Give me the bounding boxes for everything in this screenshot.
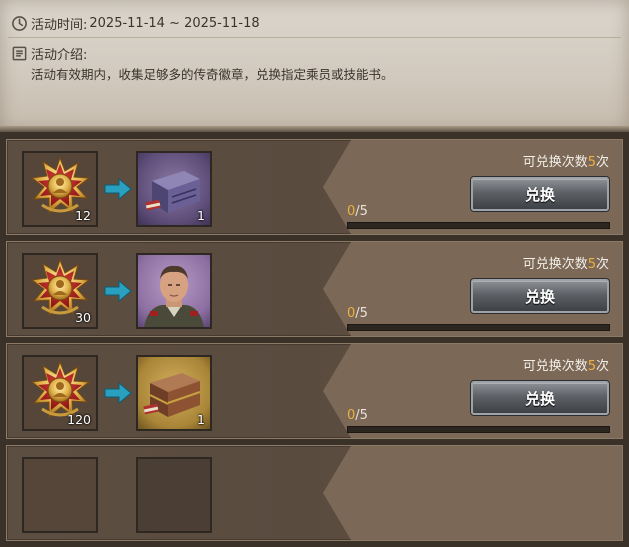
reward-slot[interactable]: 1: [136, 355, 212, 431]
times-label: 可兑换次数: [522, 155, 588, 170]
event-time-value: 2025-11-14 ~ 2025-11-18: [89, 15, 260, 31]
reward-slot[interactable]: [136, 253, 212, 329]
reward-slot[interactable]: 1: [136, 151, 212, 227]
times-suffix: 次: [595, 359, 609, 374]
arrow-right-icon: [104, 381, 132, 405]
event-info-panel: 活动时间: 2025-11-14 ~ 2025-11-18 活动介绍: 活动有效…: [0, 0, 629, 132]
progress-total: /5: [355, 408, 368, 423]
cost-count: 12: [75, 208, 91, 223]
cost-slot[interactable]: [22, 457, 98, 533]
row-right-panel: [323, 446, 622, 540]
reward-count: 1: [197, 412, 205, 427]
event-time-label: 活动时间:: [31, 17, 88, 33]
reward-slot[interactable]: [136, 457, 212, 533]
times-suffix: 次: [595, 155, 609, 170]
arrow-right-icon: [104, 177, 132, 201]
progress-bar: [347, 222, 610, 229]
times-value: 5: [587, 359, 596, 374]
progress-bar: [347, 324, 610, 331]
progress-text: 0/5: [347, 306, 368, 321]
clock-icon: [12, 15, 27, 31]
times-value: 5: [587, 257, 596, 272]
progress-text: 0/5: [347, 204, 368, 219]
progress-total: /5: [355, 306, 368, 321]
exchange-button[interactable]: 兑换: [471, 381, 609, 415]
exchange-list: 12 1 0/5 可兑换次数5次 兑换 30 0/5 可兑换次数5次 兑换 12…: [6, 139, 623, 547]
arrow-right-icon: [104, 279, 132, 303]
event-time-row: 活动时间: 2025-11-14 ~ 2025-11-18: [11, 13, 260, 33]
exchange-times: 可兑换次数5次: [523, 253, 609, 272]
progress-text: 0/5: [347, 408, 368, 423]
times-value: 5: [587, 155, 596, 170]
exchange-times: 可兑换次数5次: [523, 355, 609, 374]
officer-portrait-icon: [144, 265, 204, 327]
cost-slot[interactable]: 120: [22, 355, 98, 431]
times-label: 可兑换次数: [522, 359, 588, 374]
header-divider: [8, 37, 621, 38]
exchange-row: 30 0/5 可兑换次数5次 兑换: [6, 241, 623, 337]
cost-slot[interactable]: 12: [22, 151, 98, 227]
progress-bar: [347, 426, 610, 433]
event-intro-row: 活动介绍:: [11, 44, 87, 63]
times-label: 可兑换次数: [522, 257, 588, 272]
exchange-times: 可兑换次数5次: [523, 151, 609, 170]
exchange-button[interactable]: 兑换: [471, 177, 609, 211]
event-intro-label: 活动介绍:: [31, 48, 88, 63]
event-intro-text: 活动有效期内，收集足够多的传奇徽章，兑换指定乘员或技能书。: [31, 67, 394, 82]
exchange-button[interactable]: 兑换: [471, 279, 609, 313]
exchange-row-partial: [6, 445, 623, 541]
times-suffix: 次: [595, 257, 609, 272]
exchange-row: 120 1 0/5 可兑换次数5次 兑换: [6, 343, 623, 439]
cost-count: 30: [75, 310, 91, 325]
cost-count: 120: [67, 412, 91, 427]
exchange-row: 12 1 0/5 可兑换次数5次 兑换: [6, 139, 623, 235]
document-icon: [12, 46, 27, 61]
progress-total: /5: [355, 204, 368, 219]
cost-slot[interactable]: 30: [22, 253, 98, 329]
reward-count: 1: [197, 208, 205, 223]
